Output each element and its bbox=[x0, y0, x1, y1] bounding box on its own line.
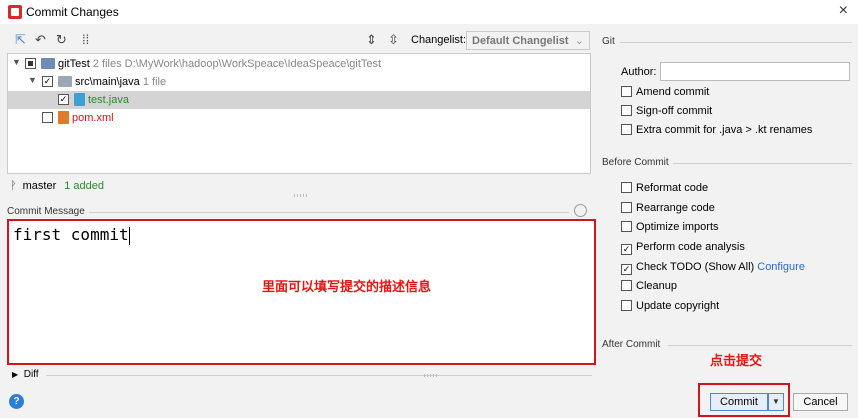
cancel-button[interactable]: Cancel bbox=[793, 393, 848, 411]
collapse-icon[interactable]: ⇳ bbox=[388, 32, 399, 48]
refresh-icon[interactable]: ↻ bbox=[56, 32, 67, 48]
checkbox[interactable] bbox=[621, 124, 632, 135]
commit-message-text: first commit bbox=[13, 225, 129, 244]
help-icon[interactable]: ? bbox=[9, 394, 24, 409]
branch-name: master bbox=[22, 180, 57, 192]
java-file-icon bbox=[74, 93, 85, 106]
folder-name: src\main\java bbox=[75, 76, 140, 88]
chevron-down-icon: ⌄ bbox=[574, 35, 584, 47]
checkbox[interactable] bbox=[621, 105, 632, 116]
amend-commit-option[interactable]: Amend commit bbox=[621, 86, 709, 102]
update-copyright-option[interactable]: Update copyright bbox=[621, 300, 719, 316]
before-commit-header: Before Commit bbox=[602, 157, 673, 168]
reformat-code-option[interactable]: Reformat code bbox=[621, 182, 708, 198]
chevron-right-icon: ▶ bbox=[12, 370, 19, 379]
changes-tree[interactable]: ▼ gitTest 2 files D:\MyWork\hadoop\WorkS… bbox=[7, 53, 591, 174]
root-checkbox[interactable] bbox=[25, 58, 36, 69]
text-caret bbox=[128, 226, 130, 245]
move-icon[interactable]: ⇱ bbox=[15, 32, 26, 48]
diff-toggle[interactable]: ▶ Diff bbox=[12, 369, 39, 380]
checkbox[interactable] bbox=[621, 280, 632, 291]
separator bbox=[7, 212, 569, 213]
separator bbox=[46, 375, 592, 376]
folder-icon bbox=[58, 76, 72, 87]
rearrange-code-option[interactable]: Rearrange code bbox=[621, 202, 715, 218]
optimize-imports-option[interactable]: Optimize imports bbox=[621, 221, 719, 237]
changes-toolbar: ⇱ ↶ ↻ ⁞⁞ ⇕ ⇳ Changelist: Default Changel… bbox=[0, 30, 596, 52]
history-icon[interactable] bbox=[574, 204, 587, 217]
file-name: test.java bbox=[88, 94, 129, 106]
separator bbox=[620, 42, 852, 43]
file-checkbox[interactable]: ✓ bbox=[58, 94, 69, 105]
commit-message-label: Commit Message bbox=[7, 206, 89, 217]
folder-checkbox[interactable]: ✓ bbox=[42, 76, 53, 87]
expand-icon[interactable]: ⇕ bbox=[366, 32, 377, 48]
check-todo-option[interactable]: ✓ Check TODO (Show All) Configure bbox=[621, 261, 805, 277]
changelist-value: Default Changelist bbox=[472, 35, 569, 47]
group-icon[interactable]: ⁞⁞ bbox=[82, 32, 89, 47]
commit-button[interactable]: Commit bbox=[710, 393, 768, 411]
branch-status: ᚹ master 1 added bbox=[10, 180, 104, 192]
folder-meta: 1 file bbox=[142, 76, 167, 88]
perform-code-analysis-option[interactable]: ✓ Perform code analysis bbox=[621, 241, 745, 257]
splitter-grip[interactable] bbox=[294, 194, 308, 197]
chevron-down-icon[interactable]: ▼ bbox=[28, 75, 37, 85]
git-header: Git bbox=[602, 36, 619, 47]
root-name: gitTest bbox=[58, 58, 90, 70]
title-bar: Commit Changes × bbox=[0, 0, 858, 24]
file-checkbox[interactable] bbox=[42, 112, 53, 123]
chevron-down-icon[interactable]: ▼ bbox=[12, 57, 21, 67]
author-label: Author: bbox=[621, 66, 657, 78]
tree-row-folder[interactable]: ▼ ✓ src\main\java 1 file bbox=[8, 73, 590, 91]
module-folder-icon bbox=[41, 58, 55, 69]
window-title: Commit Changes bbox=[26, 5, 119, 19]
checkbox[interactable] bbox=[621, 202, 632, 213]
checkbox[interactable] bbox=[621, 182, 632, 193]
branch-icon: ᚹ bbox=[10, 180, 17, 192]
undo-icon[interactable]: ↶ bbox=[35, 32, 46, 48]
tree-row-root[interactable]: ▼ gitTest 2 files D:\MyWork\hadoop\WorkS… bbox=[8, 55, 590, 73]
sign-off-commit-option[interactable]: Sign-off commit bbox=[621, 105, 712, 121]
commit-options-chevron-icon[interactable]: ▼ bbox=[768, 393, 784, 411]
checkbox[interactable] bbox=[621, 300, 632, 311]
checkbox[interactable]: ✓ bbox=[621, 264, 632, 275]
extra-commit-option[interactable]: Extra commit for .java > .kt renames bbox=[621, 124, 812, 140]
close-icon[interactable]: × bbox=[839, 2, 848, 20]
tree-row-file[interactable]: ✓ test.java bbox=[8, 91, 590, 109]
root-meta: 2 files D:\MyWork\hadoop\WorkSpeace\Idea… bbox=[92, 58, 382, 70]
splitter-grip[interactable] bbox=[424, 374, 438, 377]
annotation-message: 里面可以填写提交的描述信息 bbox=[262, 279, 432, 294]
added-count: 1 added bbox=[64, 180, 104, 192]
after-commit-header: After Commit bbox=[602, 339, 665, 350]
cleanup-option[interactable]: Cleanup bbox=[621, 280, 677, 296]
checkbox[interactable] bbox=[621, 86, 632, 97]
configure-link[interactable]: Configure bbox=[757, 261, 805, 273]
file-name: pom.xml bbox=[72, 112, 114, 124]
maven-file-icon bbox=[58, 111, 69, 124]
checkbox[interactable]: ✓ bbox=[621, 244, 632, 255]
changelist-select[interactable]: Default Changelist ⌄ bbox=[466, 31, 590, 50]
diff-label: Diff bbox=[23, 369, 39, 380]
author-input[interactable] bbox=[660, 62, 850, 81]
changelist-label: Changelist: bbox=[411, 34, 467, 46]
checkbox[interactable] bbox=[621, 221, 632, 232]
intellij-app-icon bbox=[8, 5, 22, 19]
separator bbox=[668, 345, 852, 346]
separator bbox=[672, 163, 852, 164]
tree-row-file[interactable]: pom.xml bbox=[8, 109, 590, 127]
annotation-commit: 点击提交 bbox=[710, 353, 763, 368]
